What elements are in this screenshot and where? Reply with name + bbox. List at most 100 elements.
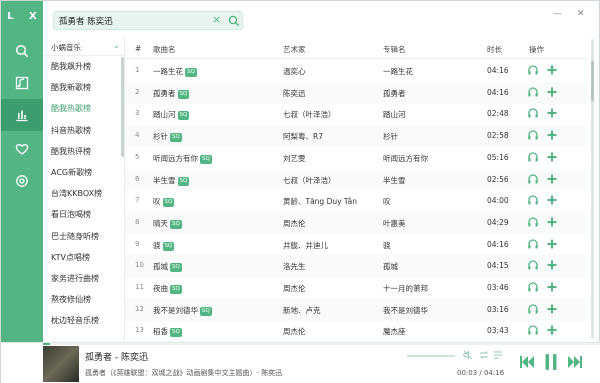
add-icon[interactable] <box>546 281 558 293</box>
sidebar-item[interactable]: 巴士随身听榜 <box>51 231 99 242</box>
add-icon[interactable] <box>546 259 558 271</box>
nav-search[interactable] <box>1 35 43 67</box>
song-artist: 洛先生 <box>283 261 306 272</box>
playlist-queue-icon[interactable] <box>493 350 503 360</box>
table-row[interactable]: 1 一路生花 SQ 温奕心 一路生花 04:16 <box>125 60 587 82</box>
table-row[interactable]: 10 孤城 SQ 洛先生 孤城 04:15 <box>125 255 587 278</box>
sidebar-item[interactable]: 台湾KKBOX榜 <box>51 188 102 199</box>
add-icon[interactable] <box>546 173 558 185</box>
headphones-icon[interactable] <box>527 216 539 228</box>
sidebar-item[interactable]: 酷我热评榜 <box>51 146 91 157</box>
minimize-button[interactable]: — <box>553 9 562 19</box>
song-duration: 02:58 <box>487 131 509 140</box>
search-submit-icon[interactable] <box>228 15 240 27</box>
nav-favorites[interactable] <box>1 133 43 165</box>
song-title-text: 我不是刘德华 <box>153 305 198 315</box>
add-icon[interactable] <box>546 324 558 336</box>
clear-search-icon[interactable]: × <box>212 13 221 26</box>
table-scrollbar-thumb[interactable] <box>591 61 594 101</box>
sidebar-item[interactable]: 抖音热歌榜 <box>51 125 91 136</box>
pause-icon[interactable] <box>544 354 558 370</box>
add-icon[interactable] <box>546 107 558 119</box>
table-row[interactable]: 13 稻香 SQ 周杰伦 魔杰座 03:43 <box>125 320 587 342</box>
sidebar-item[interactable]: 熬夜修仙榜 <box>51 294 91 305</box>
headphones-icon[interactable] <box>527 238 539 250</box>
table-row[interactable]: 11 夜曲 SQ 周杰伦 十一月的萧邦 03:46 <box>125 277 587 299</box>
repeat-icon[interactable] <box>479 350 489 360</box>
headphones-icon[interactable] <box>527 107 539 119</box>
source-select[interactable]: 小蜗音乐 <box>51 42 81 53</box>
previous-icon[interactable] <box>519 355 535 369</box>
headphones-icon[interactable] <box>527 281 539 293</box>
headphones-icon[interactable] <box>527 151 539 163</box>
table-row[interactable]: 3 踏山河 SQ 七叔（叶泽浩） 踏山河 02:48 <box>125 103 587 125</box>
song-artist: 阿梨粤、R7 <box>283 131 323 142</box>
headphones-icon[interactable] <box>527 324 539 336</box>
song-artist: 七叔（叶泽浩） <box>283 109 336 120</box>
table-row[interactable]: 8 晴天 SQ 周杰伦 叶惠美 04:29 <box>125 211 587 234</box>
search-icon <box>15 44 29 58</box>
search-box[interactable]: 孤勇者 陈奕迅 × <box>53 11 243 30</box>
headphones-icon[interactable] <box>527 194 539 206</box>
song-album-text: 骁 <box>383 240 391 250</box>
table-row[interactable]: 12 我不是刘德华 SQ 新地、卢克 我不是刘德华 03:16 <box>125 298 587 321</box>
nav-leaderboard[interactable] <box>1 99 43 131</box>
song-artist: 周杰伦 <box>283 218 306 229</box>
volume-slider[interactable] <box>407 355 455 357</box>
row-number: 8 <box>135 218 139 226</box>
add-icon[interactable] <box>546 64 558 76</box>
song-artist-text: 井胧、井迪儿 <box>283 240 328 250</box>
song-album-text: 听闻远方有你 <box>383 153 428 163</box>
search-input[interactable]: 孤勇者 陈奕迅 <box>59 15 113 27</box>
table-row[interactable]: 7 叹 SQ 黄龄、Tăng Duy Tân 叹 04:00 <box>125 190 587 212</box>
add-icon[interactable] <box>546 194 558 206</box>
sidebar-item[interactable]: 酷我飙升榜 <box>51 61 91 72</box>
song-duration-text: 04:16 <box>487 66 509 75</box>
add-icon[interactable] <box>546 86 558 98</box>
song-album: 骁 <box>383 240 391 251</box>
sidebar-item[interactable]: 枕边轻音乐榜 <box>51 315 99 326</box>
song-album-text: 孤勇者 <box>383 88 406 98</box>
headphones-icon[interactable] <box>527 86 539 98</box>
table-row[interactable]: 5 听闻远方有你 SQ 刘艺雯 听闻远方有你 05:16 <box>125 147 587 169</box>
table-row[interactable]: 4 杉针 SQ 阿梨粤、R7 杉针 02:58 <box>125 125 587 148</box>
add-icon[interactable] <box>546 303 558 315</box>
table-row[interactable]: 2 孤勇者 SQ 陈奕迅 孤勇者 04:16 <box>125 81 587 104</box>
close-button[interactable]: ✕ <box>577 9 585 19</box>
sidebar-item[interactable]: 看日泡喝榜 <box>51 209 91 220</box>
table-row[interactable]: 9 骁 SQ 井胧、井迪儿骁 04:16 <box>125 234 587 256</box>
mute-icon[interactable] <box>463 350 473 360</box>
progress-bar[interactable] <box>43 343 600 345</box>
add-icon[interactable] <box>546 151 558 163</box>
headphones-icon[interactable] <box>527 64 539 76</box>
sidebar-item[interactable]: ACG新歌榜 <box>51 167 92 178</box>
song-duration-text: 04:00 <box>487 196 509 206</box>
add-icon[interactable] <box>546 238 558 250</box>
chevron-down-icon[interactable]: ⌄ <box>113 41 120 50</box>
song-title-text: 夜曲 <box>153 284 168 293</box>
next-icon[interactable] <box>567 355 583 369</box>
quality-badge: SQ <box>200 154 212 164</box>
add-icon[interactable] <box>546 216 558 228</box>
add-icon[interactable] <box>546 129 558 141</box>
row-number-text: 6 <box>135 174 140 183</box>
row-number-text: 2 <box>135 87 140 96</box>
table-row[interactable]: 6 半生雪 SQ 七叔（叶泽浩） 半生雪 02:56 <box>125 168 587 191</box>
headphones-icon[interactable] <box>527 259 539 271</box>
sidebar-item[interactable]: 酷我新歌榜 <box>51 82 91 93</box>
headphones-icon[interactable] <box>527 173 539 185</box>
album-cover[interactable] <box>43 346 79 382</box>
headphones-icon[interactable] <box>527 303 539 315</box>
row-number-text: 12 <box>135 304 144 313</box>
sidebar-item[interactable]: 酷我热歌榜 <box>51 103 91 114</box>
song-title: 踏山河 SQ <box>153 109 190 121</box>
sidebar-scrollbar[interactable] <box>121 57 124 157</box>
nav-songlist[interactable] <box>1 67 43 99</box>
sidebar-item[interactable]: 家务进行曲榜 <box>51 273 99 284</box>
headphones-icon[interactable] <box>527 129 539 141</box>
sidebar-item[interactable]: KTV点唱榜 <box>51 252 90 263</box>
song-artist: 周杰伦 <box>283 326 306 337</box>
nav-settings[interactable] <box>1 165 43 197</box>
song-album-text: 叶惠美 <box>383 218 406 228</box>
col-artist: 艺术家 <box>283 45 306 54</box>
